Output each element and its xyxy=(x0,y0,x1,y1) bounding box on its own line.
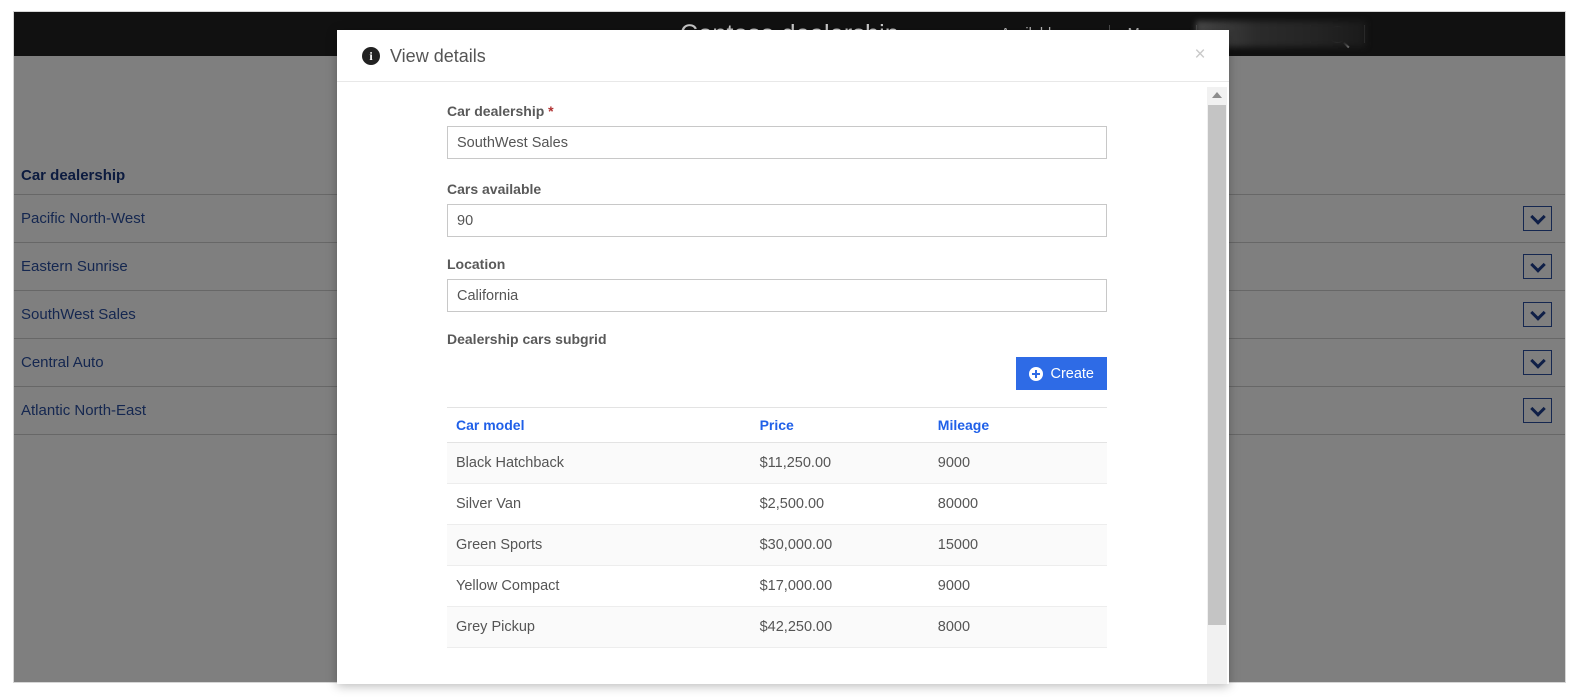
modal-title: View details xyxy=(390,45,486,66)
subgrid-label: Dealership cars subgrid xyxy=(447,331,607,347)
location-label: Location xyxy=(447,256,506,272)
subgrid-header-row: Car model Price Mileage xyxy=(447,407,1107,443)
mileage-cell: 8000 xyxy=(928,606,1107,648)
modal-scroll-area: Car dealership * Cars available Location xyxy=(337,83,1207,684)
car-model-cell: Grey Pickup xyxy=(447,606,751,648)
price-cell: $2,500.00 xyxy=(750,483,929,525)
modal-body: Car dealership * Cars available Location xyxy=(337,83,1229,684)
subgrid-row[interactable]: Yellow Compact $17,000.00 9000 xyxy=(447,565,1107,607)
subgrid-row[interactable]: Grey Pickup $42,250.00 8000 xyxy=(447,606,1107,648)
dealership-cars-subgrid: Car model Price Mileage Black Hatchback … xyxy=(447,407,1107,648)
car-model-cell: Silver Van xyxy=(447,483,751,525)
scrollbar-thumb[interactable] xyxy=(1208,105,1226,625)
subgrid-column-mileage[interactable]: Mileage xyxy=(928,407,1107,443)
subgrid-row[interactable]: Silver Van $2,500.00 80000 xyxy=(447,483,1107,525)
price-cell: $11,250.00 xyxy=(750,442,929,484)
subgrid-column-car-model[interactable]: Car model xyxy=(447,407,751,443)
modal-header: i View details × xyxy=(337,30,1229,82)
subgrid-toolbar: Create xyxy=(447,357,1107,390)
mileage-cell: 15000 xyxy=(928,524,1107,566)
mileage-cell: 9000 xyxy=(928,565,1107,607)
car-dealership-label: Car dealership * xyxy=(447,103,1107,119)
mileage-cell: 80000 xyxy=(928,483,1107,525)
price-cell: $17,000.00 xyxy=(750,565,929,607)
create-button-label: Create xyxy=(1050,365,1094,382)
subgrid-column-price[interactable]: Price xyxy=(750,407,929,443)
mileage-cell: 9000 xyxy=(928,442,1107,484)
car-dealership-field-block: Car dealership * xyxy=(447,103,1107,159)
info-icon: i xyxy=(362,47,380,65)
details-form: Car dealership * Cars available Location xyxy=(447,103,1107,648)
subgrid-row[interactable]: Black Hatchback $11,250.00 9000 xyxy=(447,442,1107,484)
create-button[interactable]: Create xyxy=(1016,357,1107,390)
car-model-cell: Yellow Compact xyxy=(447,565,751,607)
location-field-block: Location xyxy=(447,256,1107,312)
modal-scrollbar[interactable] xyxy=(1207,87,1227,684)
required-marker: * xyxy=(548,103,554,119)
car-dealership-input[interactable] xyxy=(447,126,1107,159)
cars-available-field-block: Cars available xyxy=(447,181,1107,237)
scroll-up-arrow-icon[interactable] xyxy=(1207,87,1227,105)
car-dealership-label-text: Car dealership xyxy=(447,103,545,119)
cars-available-input[interactable] xyxy=(447,204,1107,237)
car-model-cell: Black Hatchback xyxy=(447,442,751,484)
modal-title-wrap: i View details xyxy=(362,30,486,82)
location-input[interactable] xyxy=(447,279,1107,312)
cars-available-label: Cars available xyxy=(447,181,542,197)
car-model-cell: Green Sports xyxy=(447,524,751,566)
price-cell: $30,000.00 xyxy=(750,524,929,566)
subgrid-row[interactable]: Green Sports $30,000.00 15000 xyxy=(447,524,1107,566)
price-cell: $42,250.00 xyxy=(750,606,929,648)
plus-circle-icon xyxy=(1029,366,1044,381)
close-icon[interactable]: × xyxy=(1187,42,1213,68)
view-details-modal: i View details × Car dealership * Cars a… xyxy=(337,30,1229,684)
